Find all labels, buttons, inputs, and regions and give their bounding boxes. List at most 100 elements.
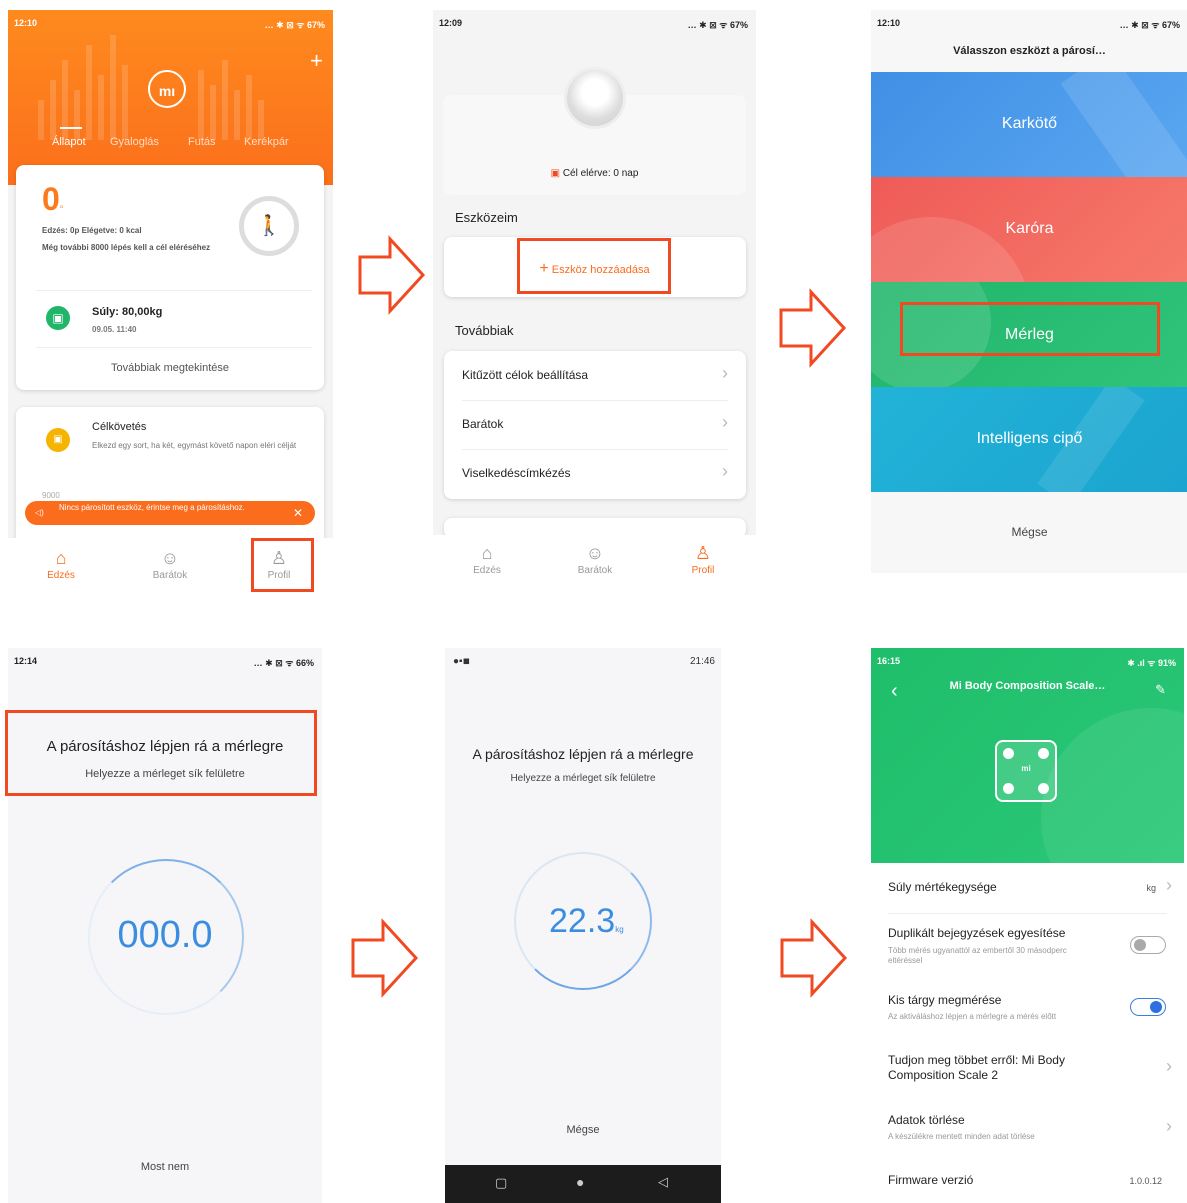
close-icon[interactable]: ✕: [293, 506, 303, 520]
home-icon[interactable]: ●: [576, 1174, 584, 1190]
nav-workout[interactable]: ⌂ Edzés: [31, 548, 91, 581]
divider: [36, 290, 312, 291]
tab-indicator: [60, 127, 82, 129]
goal-card[interactable]: ▣ Célkövetés Elkezd egy sort, ha két, eg…: [16, 407, 324, 547]
notification-icons: ●▪◾: [453, 656, 470, 667]
highlight-add-device: [517, 238, 671, 294]
row-learn-more[interactable]: Tudjon meg többet erről: Mi Body Composi…: [871, 1046, 1184, 1096]
scale-reading: 22.3kg: [549, 902, 624, 940]
steps-card[interactable]: 0▫ Edzés: 0p Elégetve: 0 kcal Még tovább…: [16, 165, 324, 390]
nav-profile[interactable]: ♙ Profil: [673, 543, 733, 576]
row-delete-data[interactable]: Adatok törlése A készülékre mentett mind…: [871, 1106, 1184, 1156]
menu-behavior-tagging[interactable]: Viselkedéscímkézés ›: [444, 449, 746, 498]
back-icon[interactable]: ‹: [891, 680, 898, 703]
view-more-link[interactable]: Továbbiak megtekintése: [16, 362, 324, 374]
row-weight-unit[interactable]: Súly mértékegysége kg ›: [871, 870, 1184, 914]
tab-status[interactable]: Állapot: [52, 136, 86, 148]
merge-duplicates-toggle[interactable]: [1130, 936, 1166, 954]
row-merge-duplicates[interactable]: Duplikált bejegyzések egyesítése Több mé…: [871, 918, 1184, 978]
flow-arrow-icon: [351, 918, 419, 998]
weight-unit: kg: [615, 925, 624, 934]
chart-axis-value: 9000: [42, 491, 60, 500]
status-time: 12:09: [439, 18, 463, 28]
profile-icon: ♙: [694, 543, 712, 563]
scale-device-icon: mi: [995, 740, 1057, 802]
row-label: Súly mértékegysége: [888, 880, 997, 894]
mi-logo: mi: [1021, 764, 1031, 773]
scale-reading: 000.0: [117, 914, 213, 956]
status-time: 12:14: [14, 656, 38, 666]
more-heading: Továbbiak: [455, 323, 514, 338]
add-icon[interactable]: +: [310, 48, 323, 74]
chevron-right-icon: ›: [722, 461, 728, 481]
tab-cycling[interactable]: Kerékpár: [244, 136, 289, 148]
status-time: 16:15: [877, 656, 901, 666]
option-bracelet[interactable]: Karkötő: [871, 72, 1187, 177]
screen-scale-settings: 16:15 ✱ .ıl ᯤ 91% ‹ Mi Body Composition …: [871, 648, 1184, 1203]
back-icon[interactable]: ◁: [658, 1174, 668, 1190]
status-icons: ✱ .ıl ᯤ 91%: [1127, 658, 1176, 668]
chevron-right-icon: ›: [722, 412, 728, 432]
more-menu-card: Kitűzött célok beállítása › Barátok › Vi…: [444, 351, 746, 499]
row-label: Duplikált bejegyzések egyesítése: [888, 926, 1066, 940]
decor-shape: [1041, 708, 1184, 863]
no-device-toast[interactable]: ◁) Nincs párosított eszköz, érintse meg …: [25, 501, 315, 525]
goal-title: Célkövetés: [92, 421, 147, 433]
tab-walking[interactable]: Gyaloglás: [110, 136, 159, 148]
status-bar: 12:10 … ✱ ⊠ ᯤ 67%: [8, 10, 333, 32]
firmware-version: 1.0.0.12: [1129, 1176, 1162, 1186]
highlight-profile: [251, 538, 314, 592]
screen-profile: 12:09 … ✱ ⊠ ᯤ 67% ▣ Cél elérve: 0 nap Es…: [433, 10, 756, 590]
chevron-right-icon: ›: [1166, 875, 1172, 895]
flow-arrow-icon: [780, 918, 848, 998]
nav-friends[interactable]: ☺ Barátok: [140, 548, 200, 581]
row-label: Tudjon meg többet erről: Mi Body Composi…: [888, 1053, 1065, 1082]
bottom-nav: ⌂ Edzés ☺ Barátok ♙ Profil: [433, 535, 756, 590]
row-sub: A készülékre mentett minden adat törlése: [888, 1132, 1035, 1141]
target-icon: ▣: [550, 168, 561, 179]
weight-title: Súly: 80,00kg: [92, 306, 163, 318]
pairing-subtitle: Helyezze a mérleget sík felületre: [510, 773, 656, 784]
status-icons: … ✱ ⊠ ᯤ 67%: [1119, 20, 1180, 30]
divider: [36, 347, 312, 348]
weight-date: 09.05. 11:40: [92, 325, 137, 334]
tab-running[interactable]: Futás: [188, 136, 216, 148]
friends-icon: ☺: [585, 543, 605, 563]
status-time: 21:46: [689, 656, 715, 667]
cancel-button[interactable]: Mégse: [871, 525, 1187, 539]
option-smart-shoes[interactable]: Intelligens cipő: [871, 387, 1187, 492]
goal-text: Elkezd egy sort, ha két, egymást követő …: [92, 441, 297, 450]
friends-icon: ☺: [160, 548, 180, 568]
status-bar: 16:15 ✱ .ıl ᯤ 91%: [871, 648, 1184, 670]
status-bar: 12:14 … ✱ ⊠ ᯤ 66%: [8, 648, 322, 670]
row-value: kg: [1146, 883, 1156, 893]
menu-goal-settings[interactable]: Kitűzött célok beállítása ›: [444, 351, 746, 400]
step-count: 0▫: [42, 181, 64, 217]
chevron-right-icon: ›: [1166, 1116, 1172, 1136]
row-small-object[interactable]: Kis tárgy megmérése Az aktiváláshoz lépj…: [871, 986, 1184, 1036]
status-time: 12:10: [877, 18, 901, 28]
cancel-button[interactable]: Mégse: [445, 1124, 721, 1136]
option-label: Karóra: [1005, 220, 1054, 237]
status-icons: … ✱ ⊠ ᯤ 67%: [687, 20, 748, 30]
android-nav-bar: ▢ ● ◁: [445, 1165, 721, 1203]
not-now-button[interactable]: Most nem: [8, 1161, 322, 1173]
edit-icon[interactable]: ✎: [1155, 682, 1166, 698]
nav-workout[interactable]: ⌂ Edzés: [457, 543, 517, 576]
menu-label: Kitűzött célok beállítása: [462, 368, 589, 382]
recents-icon[interactable]: ▢: [495, 1175, 507, 1191]
exercise-summary: Edzés: 0p Elégetve: 0 kcal: [42, 226, 142, 235]
screen-device-select: 12:10 … ✱ ⊠ ᯤ 67% Válasszon eszközt a pá…: [871, 10, 1187, 573]
small-object-toggle[interactable]: [1130, 998, 1166, 1016]
divider: [888, 913, 1167, 914]
avatar[interactable]: [564, 67, 626, 129]
status-icons: … ✱ ⊠ ᯤ 66%: [253, 658, 314, 668]
steps-remaining: Még további 8000 lépés kell a cél elérés…: [42, 243, 211, 252]
menu-friends[interactable]: Barátok ›: [444, 400, 746, 449]
row-label: Kis tárgy megmérése: [888, 993, 1002, 1007]
option-watch[interactable]: Karóra: [871, 177, 1187, 282]
device-title: Mi Body Composition Scale…: [949, 680, 1106, 692]
flow-arrow-icon: [779, 288, 847, 368]
nav-friends[interactable]: ☺ Barátok: [565, 543, 625, 576]
mi-logo-icon: mı: [148, 70, 186, 108]
